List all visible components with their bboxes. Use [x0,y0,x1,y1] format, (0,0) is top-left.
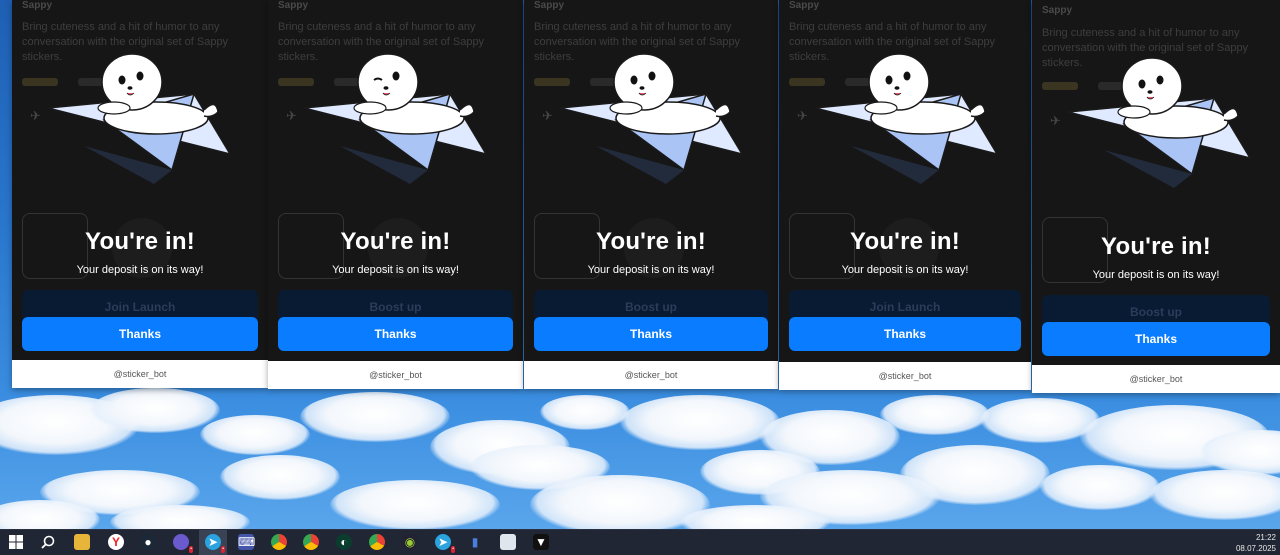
chrome-icon[interactable] [369,534,385,550]
vpn-icon[interactable]: ▼ [533,534,549,550]
bot-handle: @sticker_bot [12,360,268,388]
window-icon[interactable] [500,534,516,550]
success-subtitle: Your deposit is on its way! [587,264,715,276]
clock-date: 08.07.2025 [1235,544,1276,553]
seal-on-paper-plane-icon [303,53,488,184]
clock-time: 21:22 [1255,533,1276,542]
chrome-icon[interactable] [303,534,319,550]
keyboard-app-icon[interactable]: ⌨ [238,534,255,550]
sticker-bot-window-2: Sappy Bring cuteness and a hit of humor … [268,0,523,389]
channel-name: Sappy [534,0,565,11]
sticker-bot-window-1: Sappy Bring cuteness and a hit of humor … [12,0,268,388]
yandex-browser-icon[interactable]: Y [108,534,124,550]
stats-icon[interactable]: ▮ [467,534,483,550]
file-explorer-icon[interactable] [74,534,90,550]
telegram-icon[interactable]: ➤ • [435,534,455,553]
success-title: You're in! [596,228,706,255]
channel-name: Sappy [1042,5,1073,16]
search-icon[interactable] [40,534,56,550]
thanks-button[interactable]: Thanks [534,317,768,351]
channel-name: Sappy [22,0,53,11]
bot-handle: @sticker_bot [779,362,1031,390]
success-subtitle: Your deposit is on its way! [76,264,204,276]
thanks-button[interactable]: Thanks [789,317,1021,351]
success-title: You're in! [85,228,195,255]
seal-on-paper-plane-icon [1067,57,1252,188]
app-icon[interactable]: ◉ [402,534,418,550]
seal-on-paper-plane-icon [814,53,999,184]
system-clock[interactable]: 21:22 08.07.2025 [1236,532,1276,554]
discord-icon[interactable]: • [173,534,193,553]
success-subtitle: Your deposit is on its way! [332,264,459,276]
success-title: You're in! [340,228,451,255]
thanks-button[interactable]: Thanks [22,317,258,351]
channel-name: Sappy [278,0,309,11]
channel-name: Sappy [789,0,820,11]
bot-handle: @sticker_bot [1032,365,1280,393]
bot-handle: @sticker_bot [524,361,778,389]
start-icon[interactable] [8,534,24,550]
chrome-icon[interactable] [271,534,287,550]
telegram-icon[interactable]: ➤ • [205,534,225,553]
terminal-icon[interactable]: ◐ [336,534,352,550]
thanks-button[interactable]: Thanks [278,317,513,351]
success-title: You're in! [850,228,960,255]
sticker-bot-window-3: Sappy Bring cuteness and a hit of humor … [524,0,778,389]
seal-on-paper-plane-icon [47,53,232,184]
seal-on-paper-plane-icon [559,53,744,184]
success-subtitle: Your deposit is on its way! [1092,269,1220,281]
taskbar: Y ● • ➤ • ⌨ ◐ ◉ ➤ • ▮ ▼ 21:22 08.07.2025 [0,529,1280,555]
bot-handle: @sticker_bot [268,361,523,389]
sticker-bot-window-4: Sappy Bring cuteness and a hit of humor … [779,0,1031,390]
success-subtitle: Your deposit is on its way! [841,264,969,276]
success-title: You're in! [1101,233,1211,260]
steam-icon[interactable]: ● [140,534,156,550]
thanks-button[interactable]: Thanks [1042,322,1270,356]
sticker-bot-window-5: Sappy Bring cuteness and a hit of humor … [1032,0,1280,393]
